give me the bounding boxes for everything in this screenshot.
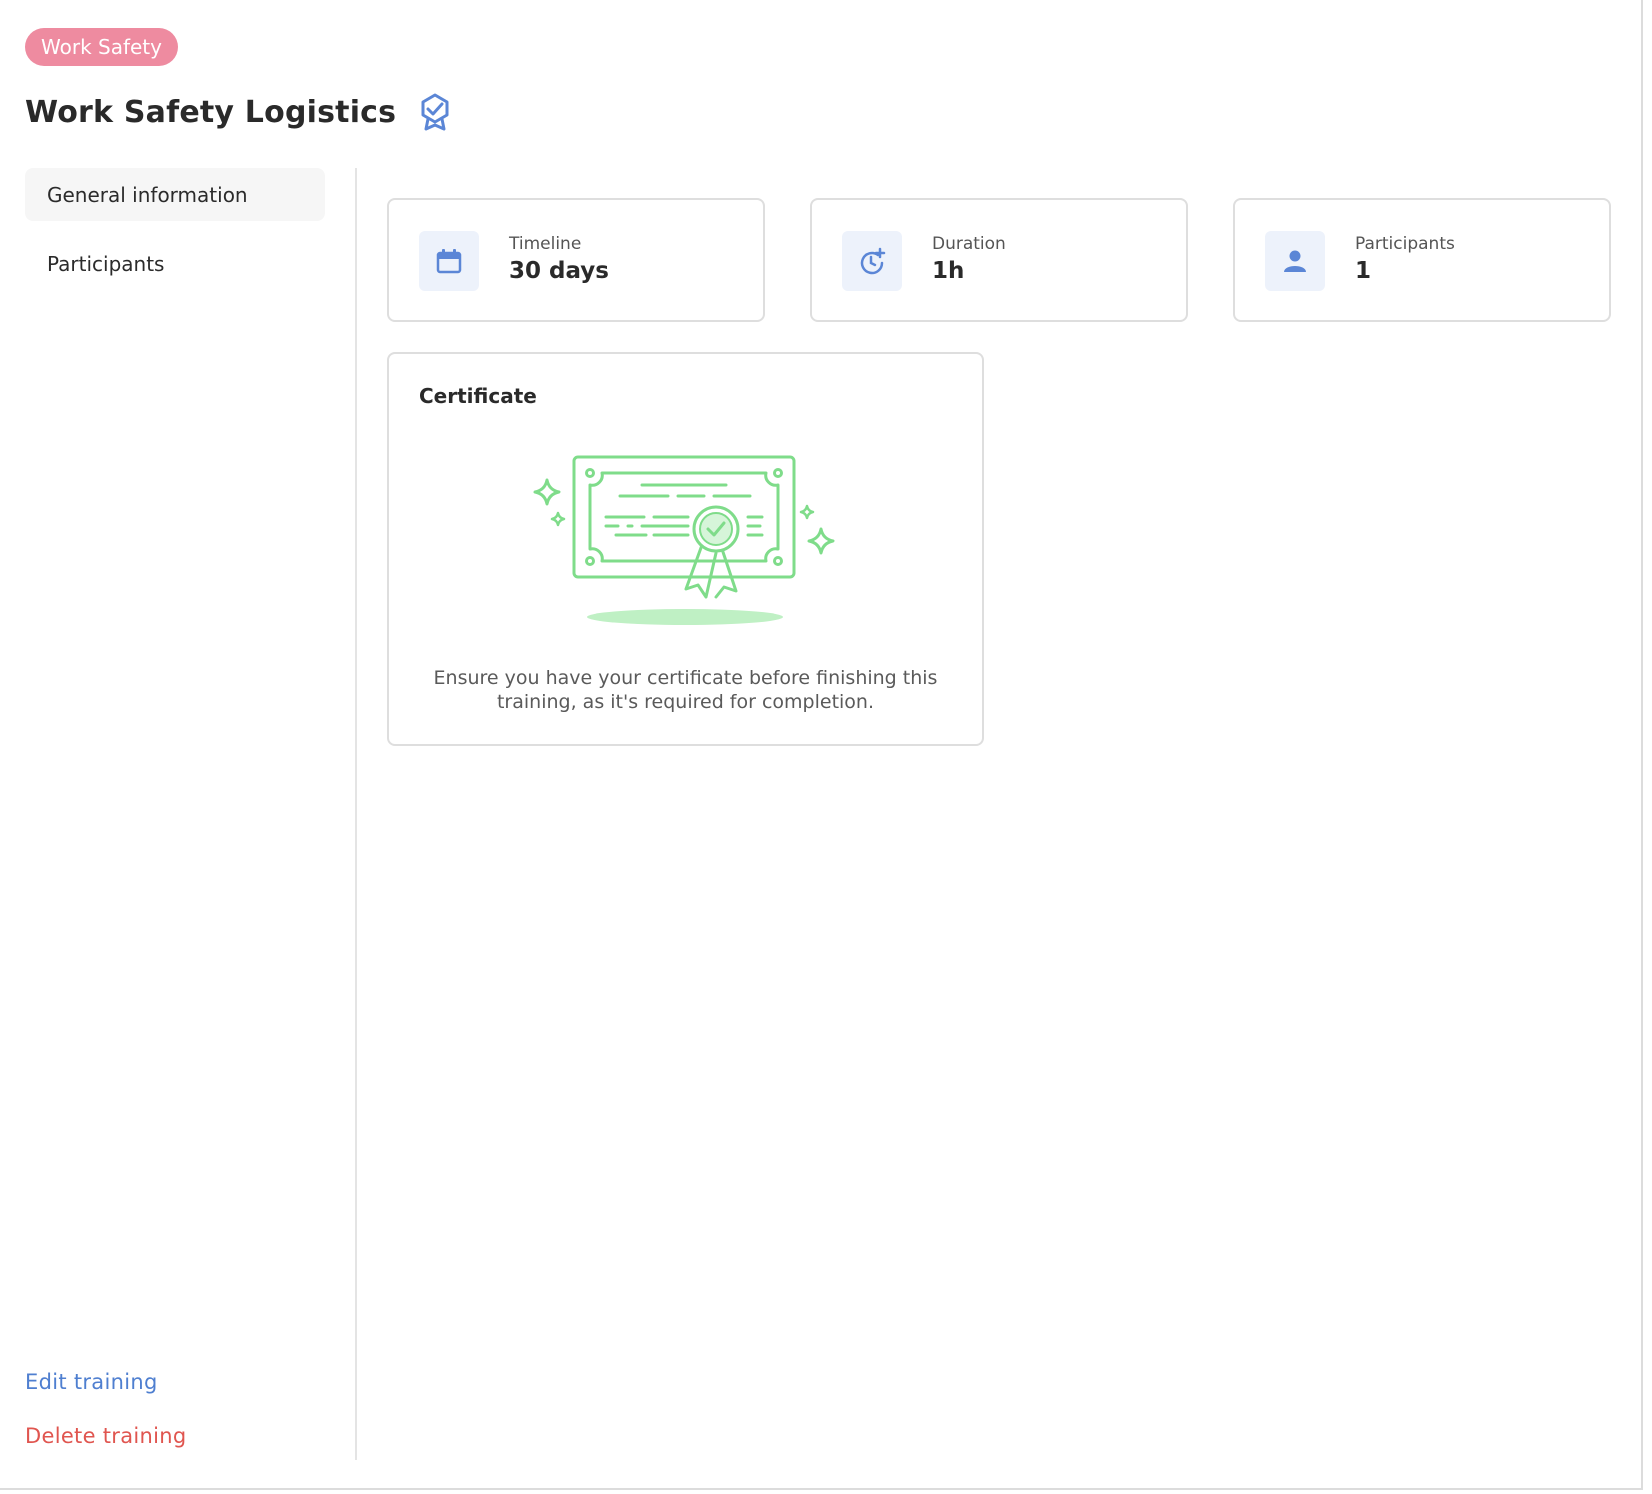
training-detail-panel: Work Safety Work Safety Logistics Genera…: [0, 0, 1643, 1490]
certificate-illustration: [524, 449, 844, 629]
clock-plus-icon: [842, 231, 902, 291]
stat-value: 30 days: [509, 258, 609, 284]
edit-training-link[interactable]: Edit training: [25, 1370, 187, 1394]
sidebar-item-label: Participants: [47, 251, 165, 276]
duration-card: Duration 1h: [810, 198, 1188, 322]
title-row: Work Safety Logistics: [25, 92, 454, 132]
person-icon: [1265, 231, 1325, 291]
stat-value: 1: [1355, 258, 1372, 284]
timeline-card: Timeline 30 days: [387, 198, 765, 322]
participants-card: Participants 1: [1233, 198, 1611, 322]
sidebar-item-participants[interactable]: Participants: [25, 237, 325, 290]
certified-badge-icon: [416, 92, 454, 132]
sidebar-divider: [355, 168, 357, 1460]
calendar-icon: [419, 231, 479, 291]
training-actions: Edit training Delete training: [25, 1370, 187, 1448]
page-title: Work Safety Logistics: [25, 94, 397, 130]
stat-value: 1h: [932, 258, 965, 284]
stat-label: Timeline: [509, 234, 582, 254]
sidebar-item-general-information[interactable]: General information: [25, 168, 325, 221]
stat-label: Participants: [1355, 234, 1455, 254]
sidebar: General information Participants: [25, 168, 325, 306]
certificate-title: Certificate: [419, 384, 537, 408]
delete-training-link[interactable]: Delete training: [25, 1424, 187, 1448]
certificate-description: Ensure you have your certificate before …: [433, 667, 938, 713]
certificate-card: Certificate Ensure you have your certifi…: [387, 352, 984, 746]
stat-label: Duration: [932, 234, 1006, 254]
sidebar-item-label: General information: [47, 182, 248, 207]
category-tag: Work Safety: [25, 28, 178, 66]
